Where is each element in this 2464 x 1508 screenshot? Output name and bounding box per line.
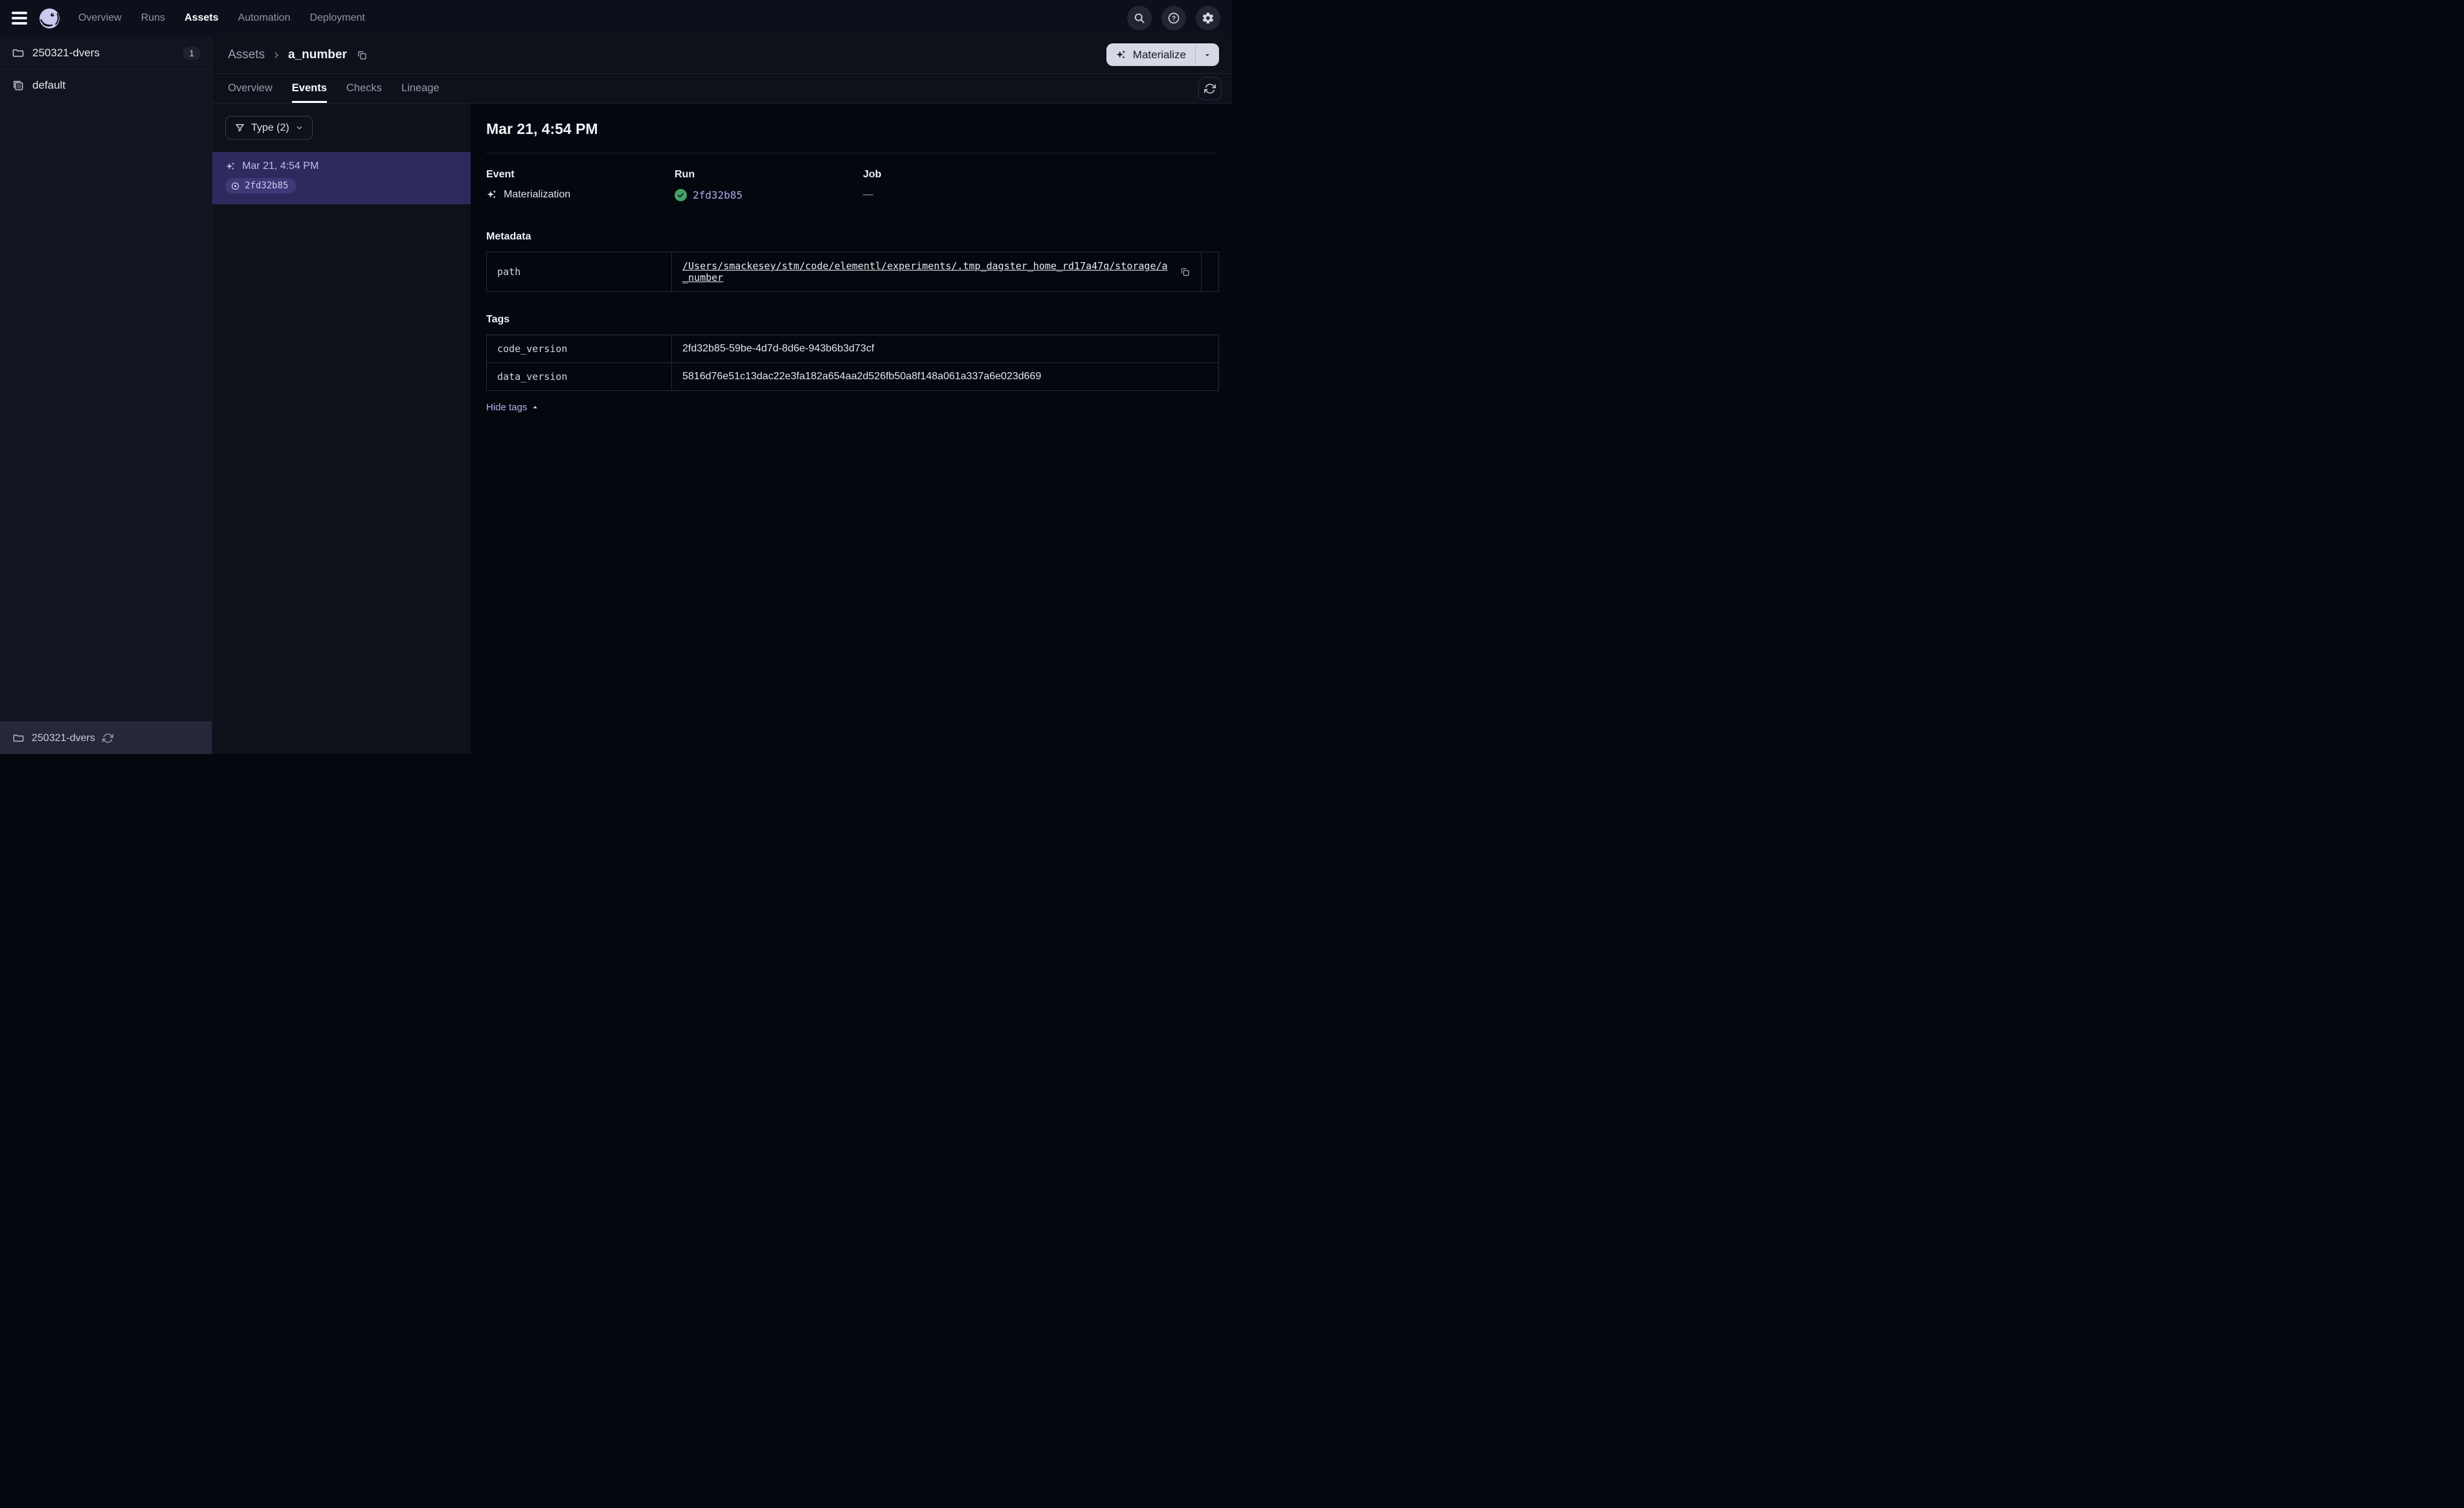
event-type-value: Materialization (504, 189, 571, 200)
nav-item-runs[interactable]: Runs (141, 12, 165, 24)
run-id-chip[interactable]: 2fd32b85 (225, 178, 297, 194)
code-location-label: 250321-dvers (32, 732, 95, 744)
tags-heading: Tags (486, 314, 510, 325)
run-id-chip-label: 2fd32b85 (245, 181, 289, 191)
metadata-path-link[interactable]: /Users/smackesey/stm/code/elementl/exper… (682, 260, 1171, 283)
run-id-link[interactable]: 2fd32b85 (693, 189, 743, 201)
job-column-label: Job (863, 169, 882, 180)
gear-icon (1202, 12, 1214, 24)
job-value: — (863, 189, 873, 200)
asset-page-header: Assets a_number Materialize (212, 36, 1232, 74)
chevron-right-icon (274, 51, 279, 58)
reload-icon[interactable] (102, 733, 113, 744)
svg-text:?: ? (1172, 16, 1176, 23)
event-detail-panel: Mar 21, 4:54 PM Event Materialization Ru… (471, 104, 1232, 754)
tab-overview[interactable]: Overview (228, 74, 273, 103)
type-filter-button[interactable]: Type (2) (225, 116, 313, 140)
asset-group-icon (14, 81, 23, 91)
tab-checks[interactable]: Checks (346, 74, 382, 103)
dagster-logo-icon[interactable] (38, 6, 62, 30)
event-timestamp: Mar 21, 4:54 PM (242, 161, 319, 172)
tab-events[interactable]: Events (291, 74, 327, 103)
event-column-label: Event (486, 169, 515, 180)
caret-down-icon (1205, 54, 1209, 56)
search-icon (1134, 13, 1145, 23)
table-row: data_version 5816d76e51c13dac22e3fa182a6… (486, 362, 1219, 391)
tags-table: code_version 2fd32b85-59be-4d7d-8d6e-943… (486, 335, 1219, 391)
sidebar-group-label: 250321-dvers (32, 46, 100, 59)
settings-button[interactable] (1196, 6, 1220, 30)
materialize-label: Materialize (1132, 48, 1186, 61)
filter-icon (236, 124, 244, 131)
breadcrumb: Assets a_number (228, 48, 368, 62)
nav-item-overview[interactable]: Overview (78, 12, 122, 24)
sidebar-item-default[interactable]: default (0, 70, 212, 101)
materialization-sparkle-icon (487, 190, 497, 199)
tab-lineage[interactable]: Lineage (401, 74, 440, 103)
metadata-action-cell (1201, 252, 1219, 292)
folder-icon (13, 735, 24, 742)
folder-icon (12, 49, 24, 57)
help-icon: ? (1168, 12, 1180, 24)
hide-tags-label: Hide tags (486, 402, 528, 413)
metadata-key: path (486, 252, 672, 292)
nav-item-deployment[interactable]: Deployment (309, 12, 364, 24)
help-button[interactable]: ? (1161, 6, 1186, 30)
run-status-icon (231, 182, 240, 190)
run-column-label: Run (675, 169, 695, 180)
table-row: path /Users/smackesey/stm/code/elementl/… (486, 252, 1219, 292)
breadcrumb-assets-link[interactable]: Assets (228, 48, 265, 62)
hide-tags-button[interactable]: Hide tags (486, 402, 539, 413)
type-filter-label: Type (2) (251, 122, 289, 133)
chevron-down-icon (297, 126, 302, 129)
asset-catalog-sidebar: 250321-dvers 1 default 250321-dvers (0, 36, 212, 754)
nav-item-automation[interactable]: Automation (238, 12, 291, 24)
top-nav: Overview Runs Assets Automation Deployme… (0, 0, 1232, 36)
menu-icon[interactable] (12, 12, 27, 25)
search-button[interactable] (1127, 6, 1152, 30)
tag-value: 2fd32b85-59be-4d7d-8d6e-943b6b3d73cf (671, 335, 1219, 363)
event-detail-title: Mar 21, 4:54 PM (486, 120, 598, 137)
tag-key: code_version (486, 335, 672, 363)
tags-section: Tags code_version 2fd32b85-59be-4d7d-8d6… (486, 314, 1219, 414)
event-list-item-selected[interactable]: Mar 21, 4:54 PM 2fd32b85 (212, 152, 471, 205)
primary-nav: Overview Runs Assets Automation Deployme… (78, 12, 365, 24)
sidebar-group-250321-dvers[interactable]: 250321-dvers 1 (0, 36, 212, 70)
copy-icon[interactable] (356, 49, 368, 61)
copy-icon[interactable] (1180, 266, 1191, 278)
metadata-table: path /Users/smackesey/stm/code/elementl/… (486, 252, 1219, 292)
materialize-split-button: Materialize (1106, 43, 1219, 66)
events-list-panel: Type (2) Mar 21, 4:54 PM 2fd32b85 (212, 104, 471, 754)
nav-item-assets[interactable]: Assets (185, 12, 218, 24)
asset-name: a_number (288, 47, 347, 61)
caret-up-icon (533, 406, 538, 408)
metadata-heading: Metadata (486, 231, 532, 242)
asset-count-badge: 1 (183, 46, 200, 60)
materialize-button[interactable]: Materialize (1106, 43, 1195, 66)
refresh-icon (1204, 83, 1216, 94)
refresh-button[interactable] (1198, 77, 1222, 100)
table-row: code_version 2fd32b85-59be-4d7d-8d6e-943… (486, 335, 1219, 363)
tag-key: data_version (486, 362, 672, 391)
code-location-footer[interactable]: 250321-dvers (0, 722, 212, 754)
materialization-sparkle-icon (226, 161, 235, 170)
run-success-icon (675, 189, 687, 201)
metadata-section: Metadata path /Users/smackesey/stm/code/… (486, 231, 1219, 292)
materialize-sparkle-icon (1116, 50, 1126, 59)
tag-value: 5816d76e51c13dac22e3fa182a654aa2d526fb50… (671, 362, 1219, 391)
sidebar-item-label: default (32, 79, 66, 91)
asset-tabs: Overview Events Checks Lineage (212, 74, 1232, 104)
materialize-dropdown-button[interactable] (1196, 43, 1219, 66)
